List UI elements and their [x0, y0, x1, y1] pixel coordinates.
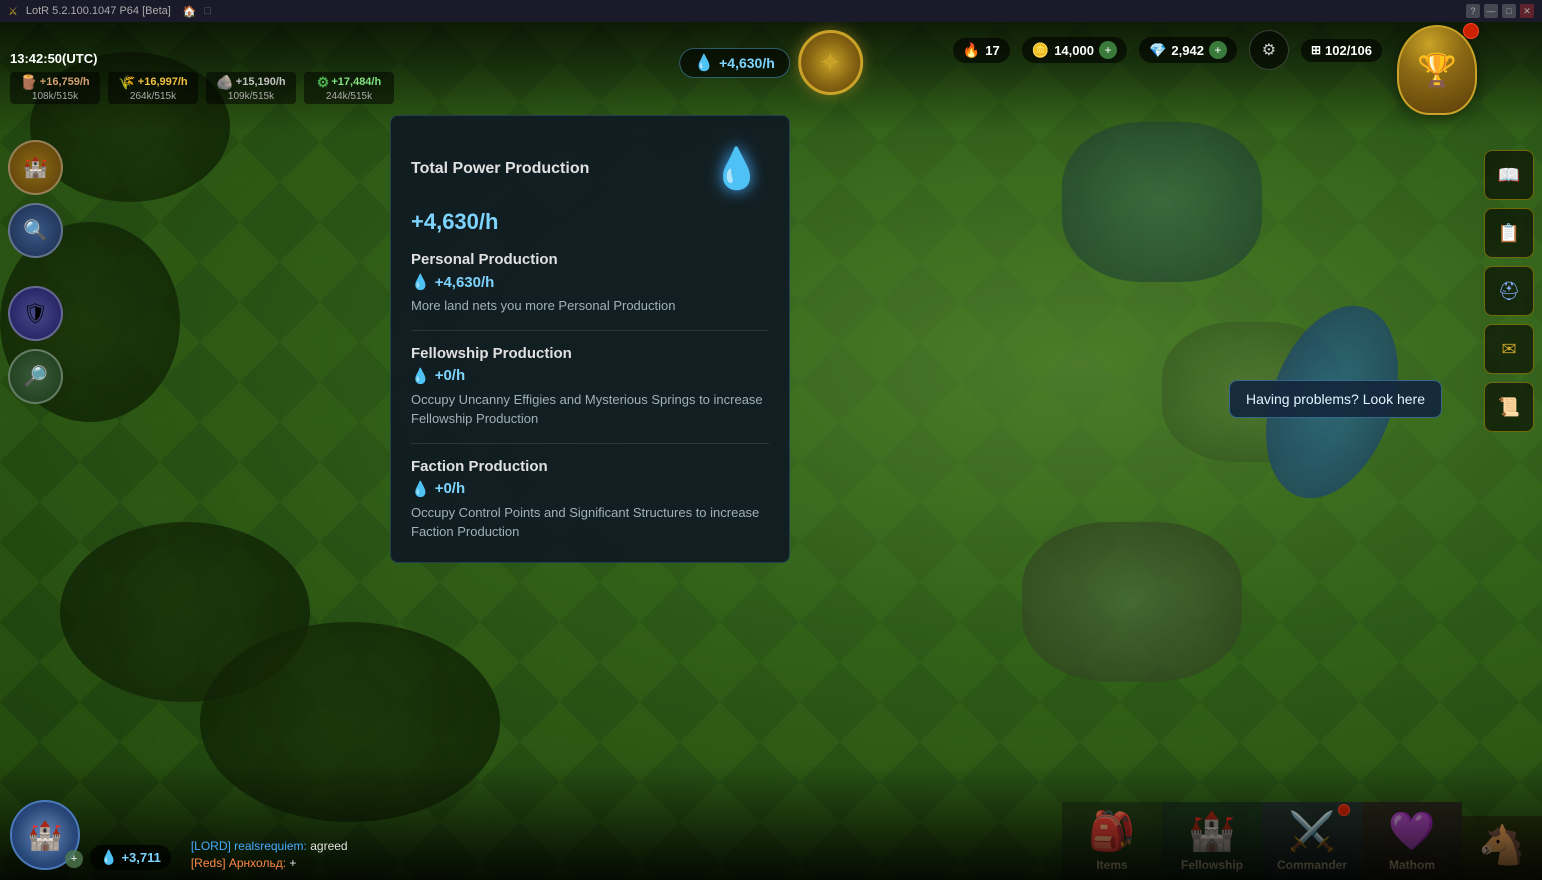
castle-button[interactable]: 🏰 — [8, 140, 63, 195]
chat-sender-reds: [Reds] Арнхольд: — [191, 856, 286, 870]
current-power-indicator: 💧 +3,711 — [90, 845, 171, 870]
add-gold-button[interactable]: + — [1099, 41, 1117, 59]
ore-resource: ⚙ +17,484/h 244k/515k — [304, 72, 394, 104]
wood-current: 108k/515k — [32, 91, 78, 102]
personal-production-value: 💧 +4,630/h — [411, 273, 769, 291]
wood-rate: 🪵 +16,759/h — [20, 74, 89, 91]
popup-total-value: +4,630/h — [411, 209, 769, 235]
flame-icon-small-2: 💧 — [411, 367, 430, 385]
faction-production-section: Faction Production 💧 +0/h Occupy Control… — [411, 458, 769, 542]
notification-badge — [1463, 23, 1479, 39]
add-gems-button[interactable]: + — [1209, 41, 1227, 59]
resource-bars: 🪵 +16,759/h 108k/515k 🌾 +16,997/h 264k/5… — [10, 72, 394, 104]
tile-count: ⊞ 102/106 — [1301, 39, 1382, 62]
fellowship-production-section: Fellowship Production 💧 +0/h Occupy Unca… — [411, 345, 769, 444]
fellowship-production-desc: Occupy Uncanny Effigies and Mysterious S… — [411, 390, 769, 429]
terrain-patch — [1062, 122, 1262, 282]
fires-resource: 🔥 17 — [953, 38, 1010, 63]
zoom-button[interactable]: 🔎 — [8, 349, 63, 404]
mail-button[interactable]: ✉ — [1484, 324, 1534, 374]
top-right-resources: 🔥 17 🪙 14,000 + 💎 2,942 + ⚙ ⊞ 102/106 — [953, 30, 1382, 70]
bottom-left-hud: 🏰 + 💧 +3,711 — [0, 790, 181, 880]
player-avatar[interactable]: 🏰 + — [10, 800, 80, 870]
settings-button[interactable]: ⚙ — [1249, 30, 1289, 70]
chat-sender-lord: [LORD] realsrequiem: — [191, 839, 307, 853]
maximize-button[interactable]: □ — [1502, 4, 1516, 18]
ore-current: 244k/515k — [326, 91, 372, 102]
stone-current: 109k/515k — [228, 91, 274, 102]
popup-title: Total Power Production — [411, 160, 589, 178]
popup-header: Total Power Production 💧 — [411, 136, 769, 201]
power-popup: Total Power Production 💧 +4,630/h Person… — [390, 115, 790, 563]
search-map-button[interactable]: 🔍 — [8, 203, 63, 258]
player-avatar-container: 🏰 + — [10, 800, 80, 870]
terrain-patch — [1022, 522, 1242, 682]
power-rate-badge[interactable]: 💧 +4,630/h — [679, 48, 790, 78]
left-sidebar: 🏰 🔍 🛡 🔎 — [8, 140, 63, 404]
center-hud: 💧 +4,630/h ✦ — [679, 30, 863, 95]
chat-message-0: [LORD] realsrequiem: agreed — [191, 839, 1532, 853]
gold-icon: 🪙 — [1032, 42, 1049, 59]
food-current: 264k/515k — [130, 91, 176, 102]
faction-production-desc: Occupy Control Points and Significant St… — [411, 503, 769, 542]
fellowship-production-value: 💧 +0/h — [411, 367, 769, 385]
stone-rate: 🪨 +15,190/h — [216, 74, 285, 91]
ore-rate: ⚙ +17,484/h — [317, 74, 381, 91]
faction-production-value: 💧 +0/h — [411, 480, 769, 498]
help-tooltip[interactable]: Having problems? Look here — [1229, 380, 1442, 418]
personal-production-section: Personal Production 💧 +4,630/h More land… — [411, 251, 769, 331]
popup-flame-icon: 💧 — [704, 136, 769, 201]
book-button[interactable]: 📖 — [1484, 150, 1534, 200]
time-display: 13:42:50(UTC) — [10, 51, 394, 66]
fellowship-production-title: Fellowship Production — [411, 345, 769, 362]
faction-emblem[interactable]: ✦ — [798, 30, 863, 95]
personal-production-title: Personal Production — [411, 251, 769, 268]
chat-message-1: [Reds] Арнхольд: + — [191, 856, 1532, 870]
window-title: ⚔ LotR 5.2.100.1047 P64 [Beta] 🏠 □ — [8, 5, 211, 18]
chat-area: [LORD] realsrequiem: agreed [Reds] Арнхо… — [181, 839, 1542, 880]
flame-icon-small: 💧 — [411, 273, 430, 291]
helmet-button[interactable]: ⛑ — [1484, 266, 1534, 316]
close-button[interactable]: ✕ — [1520, 4, 1534, 18]
personal-production-desc: More land nets you more Personal Product… — [411, 296, 769, 316]
knight-avatar[interactable]: 🏆 — [1397, 25, 1487, 125]
top-left-hud: 13:42:50(UTC) 🪵 +16,759/h 108k/515k 🌾 +1… — [10, 51, 394, 104]
scroll-button[interactable]: 📜 — [1484, 382, 1534, 432]
tasks-button[interactable]: 📋 — [1484, 208, 1534, 258]
avatar-plus-button[interactable]: + — [65, 850, 83, 868]
wood-resource: 🪵 +16,759/h 108k/515k — [10, 72, 100, 104]
flame-icon-small-3: 💧 — [411, 480, 430, 498]
gems-resource: 💎 2,942 + — [1139, 37, 1237, 63]
bottom-bar: 🏰 + 💧 +3,711 [LORD] realsrequiem: agreed… — [0, 765, 1542, 880]
food-resource: 🌾 +16,997/h 264k/515k — [108, 72, 198, 104]
restore-button[interactable]: — — [1484, 4, 1498, 18]
right-sidebar: 📖 📋 ⛑ ✉ 📜 — [1484, 150, 1534, 432]
gold-resource: 🪙 14,000 + — [1022, 37, 1127, 63]
minimize-button[interactable]: ? — [1466, 4, 1480, 18]
faction-production-title: Faction Production — [411, 458, 769, 475]
knight-figure: 🏆 — [1397, 25, 1477, 115]
gem-icon: 💎 — [1149, 42, 1166, 59]
window-controls[interactable]: ? — □ ✕ — [1466, 4, 1534, 18]
shield-button[interactable]: 🛡 — [8, 286, 63, 341]
fire-icon: 🔥 — [963, 42, 980, 59]
stone-resource: 🪨 +15,190/h 109k/515k — [206, 72, 296, 104]
window-frame: ⚔ LotR 5.2.100.1047 P64 [Beta] 🏠 □ ? — □… — [0, 0, 1542, 22]
food-rate: 🌾 +16,997/h — [118, 74, 187, 91]
